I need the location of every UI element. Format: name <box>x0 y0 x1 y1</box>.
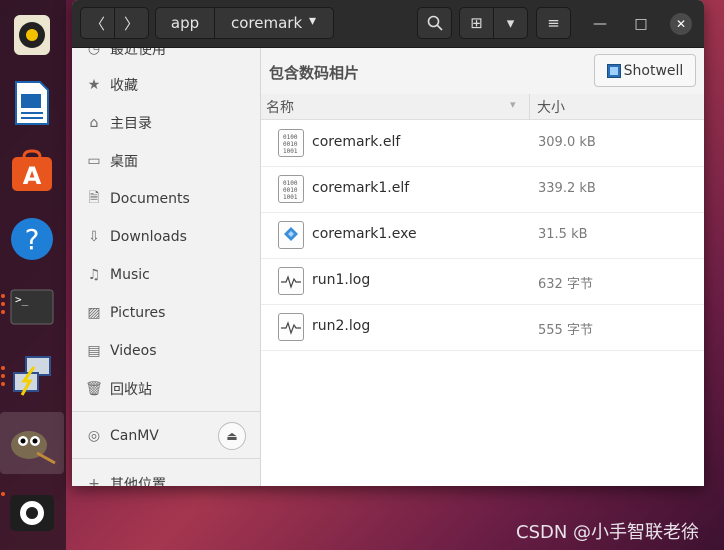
open-with-shotwell-button[interactable]: Shotwell <box>594 54 696 87</box>
file-row[interactable]: 0100 0010 1001 coremark1.elf 339.2 kB <box>261 166 704 213</box>
dock-gimp[interactable] <box>0 412 64 474</box>
close-button[interactable]: ✕ <box>670 13 692 35</box>
log-file-icon <box>278 313 304 341</box>
terminal-icon: >_ <box>10 289 54 325</box>
search-icon <box>427 15 443 31</box>
sidebar-item-canmv[interactable]: ◎ CanMV ⏏ <box>72 421 260 451</box>
dock-camera[interactable] <box>0 480 64 542</box>
watermark: CSDN @小手智联老徐 <box>516 522 700 543</box>
trash-icon: 🗑 <box>85 381 103 397</box>
eject-icon[interactable]: ⏏ <box>218 422 246 450</box>
maximize-button[interactable]: □ <box>630 13 652 35</box>
dock-help[interactable]: ? <box>0 208 64 270</box>
forward-icon: 〉 <box>123 14 139 33</box>
desktop-icon: ▭ <box>87 153 101 169</box>
libreoffice-writer-icon <box>15 81 49 125</box>
dock-rhythmbox[interactable] <box>0 4 64 66</box>
sidebar-item-starred[interactable]: ★ 收藏 <box>72 70 260 100</box>
svg-text:A: A <box>23 162 42 190</box>
music-icon: ♫ <box>87 267 101 283</box>
dock-network[interactable] <box>0 344 64 406</box>
back-icon: 〈 <box>89 14 105 33</box>
sidebar-item-other-locations[interactable]: + 其他位置 <box>72 469 260 486</box>
clock-icon: ◷ <box>87 48 101 57</box>
grid-view-icon: ⊞ <box>470 14 483 32</box>
breadcrumb-coremark[interactable]: coremark ▾ <box>214 7 334 39</box>
svg-text:>_: >_ <box>15 293 29 306</box>
rhythmbox-icon <box>14 15 50 55</box>
chevron-down-icon: ▾ <box>506 14 515 32</box>
sidebar: ◷ 最近使用 ★ 收藏 ⌂ 主目录 ▭ 桌面 🗎 Documents ⇩ Dow… <box>72 48 261 486</box>
help-icon: ? <box>11 218 53 260</box>
binary-file-icon: 0100 0010 1001 <box>278 175 304 203</box>
menu-button[interactable]: ≡ <box>536 7 571 39</box>
column-name[interactable]: 名称 <box>266 97 294 117</box>
chevron-down-icon: ▾ <box>309 13 317 29</box>
sidebar-item-videos[interactable]: ▤ Videos <box>72 336 260 366</box>
star-icon: ★ <box>87 77 101 93</box>
sidebar-item-music[interactable]: ♫ Music <box>72 260 260 290</box>
sidebar-item-pictures[interactable]: ▨ Pictures <box>72 298 260 328</box>
hamburger-menu-icon: ≡ <box>547 14 560 32</box>
camera-icon <box>10 495 54 531</box>
shotwell-icon <box>606 63 621 78</box>
search-button[interactable] <box>417 7 452 39</box>
sidebar-item-documents[interactable]: 🗎 Documents <box>72 184 260 214</box>
sidebar-item-desktop[interactable]: ▭ 桌面 <box>72 146 260 176</box>
files-window: 〈 〉 app coremark ▾ ⊞ ▾ ≡ — □ ✕ ◷ 最近使用 ★ … <box>72 0 704 486</box>
close-icon: ✕ <box>675 17 687 31</box>
sidebar-item-recent[interactable]: ◷ 最近使用 <box>72 48 260 64</box>
minimize-button[interactable]: — <box>589 13 611 35</box>
view-mode-button[interactable]: ⊞ <box>459 7 494 39</box>
document-icon: 🗎 <box>88 190 100 206</box>
info-bar-text: 包含数码相片 <box>269 64 360 82</box>
binary-file-icon: 0100 0010 1001 <box>278 129 304 157</box>
maximize-icon: □ <box>634 16 648 32</box>
breadcrumb-app[interactable]: app <box>155 7 215 39</box>
file-row[interactable]: run2.log 555 字节 <box>261 304 704 351</box>
minimize-icon: — <box>593 16 607 32</box>
network-connections-icon <box>13 356 51 396</box>
file-row[interactable]: coremark1.exe 31.5 kB <box>261 212 704 259</box>
header-bar: 〈 〉 app coremark ▾ ⊞ ▾ ≡ — □ ✕ <box>72 0 704 48</box>
dock-writer[interactable] <box>0 72 64 134</box>
dock-terminal[interactable]: >_ <box>0 276 64 338</box>
sort-descending-icon: ▾ <box>510 98 516 111</box>
gimp-icon <box>11 431 56 465</box>
sidebar-item-downloads[interactable]: ⇩ Downloads <box>72 222 260 252</box>
sidebar-divider <box>72 458 260 459</box>
svg-text:?: ? <box>25 223 40 256</box>
video-icon: ▤ <box>87 343 101 359</box>
executable-file-icon <box>278 221 304 249</box>
view-options-button[interactable]: ▾ <box>493 7 528 39</box>
dock-software[interactable]: A <box>0 140 64 202</box>
back-button[interactable]: 〈 <box>80 7 115 39</box>
software-center-icon: A <box>12 149 52 191</box>
file-row[interactable]: 0100 0010 1001 coremark.elf 309.0 kB <box>261 120 704 167</box>
home-icon: ⌂ <box>89 115 99 131</box>
sidebar-item-home[interactable]: ⌂ 主目录 <box>72 108 260 138</box>
sidebar-divider <box>72 411 260 412</box>
log-file-icon <box>278 267 304 295</box>
forward-button[interactable]: 〉 <box>114 7 149 39</box>
dock: A ? >_ <box>0 0 66 550</box>
column-size[interactable]: 大小 <box>537 97 565 117</box>
column-header: 名称 ▾ 大小 <box>261 94 704 120</box>
info-bar: 包含数码相片 Shotwell <box>261 48 704 94</box>
file-view: 包含数码相片 Shotwell 名称 ▾ 大小 0100 0010 1001 cor… <box>261 48 704 486</box>
file-row[interactable]: run1.log 632 字节 <box>261 258 704 305</box>
sidebar-item-trash[interactable]: 🗑 回收站 <box>72 374 260 404</box>
drive-icon: ◎ <box>87 428 101 444</box>
pictures-icon: ▨ <box>87 305 101 321</box>
download-icon: ⇩ <box>88 229 100 245</box>
plus-icon: + <box>88 476 100 486</box>
